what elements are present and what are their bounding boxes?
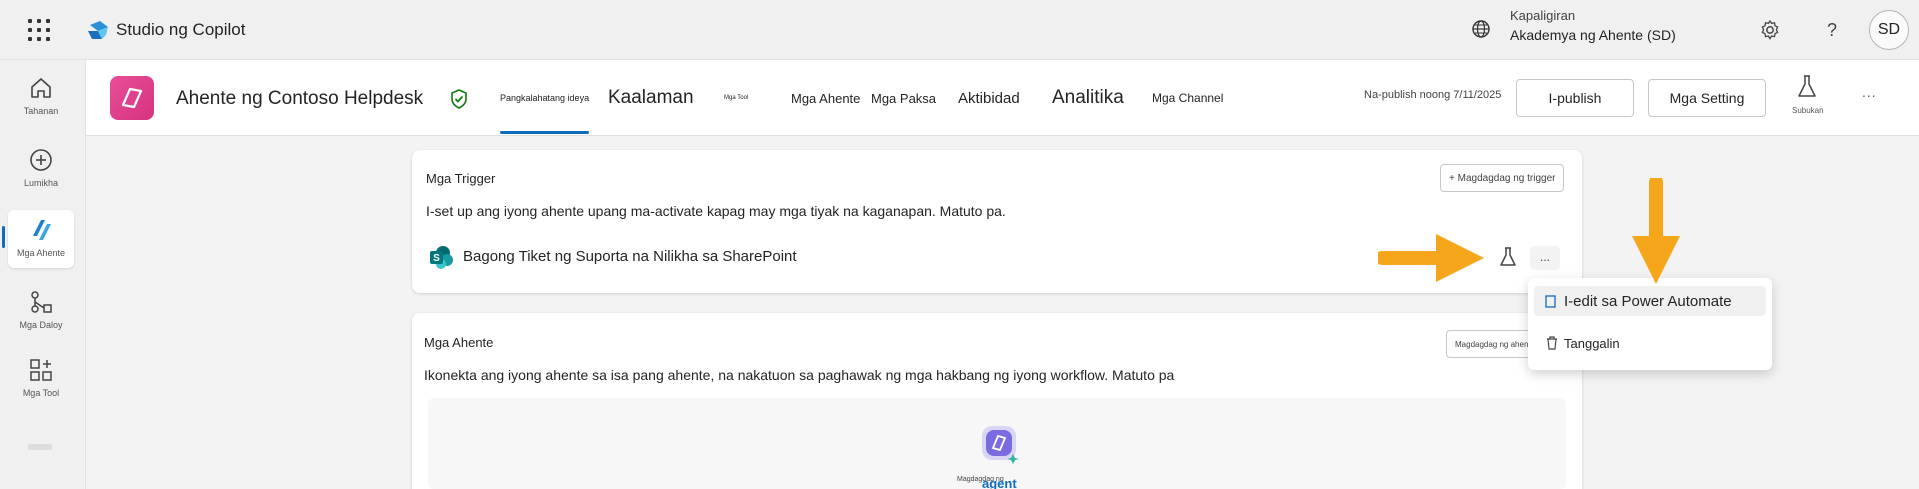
settings-button[interactable]: Mga Setting	[1648, 79, 1766, 117]
rail-item-create[interactable]: Lumikha	[8, 140, 74, 198]
edit-icon	[1545, 295, 1556, 308]
rail-item-flows[interactable]: Mga Daloy	[8, 282, 74, 340]
left-nav-rail: Tahanan Lumikha Mga Ahente Mga Daloy Mga…	[0, 60, 86, 489]
tab-tools[interactable]: Mga Tool	[724, 60, 748, 136]
rail-label-home: Tahanan	[23, 106, 59, 116]
apps-icon	[30, 359, 52, 381]
top-bar: Studio ng Copilot Kapaligiran Akademya n…	[0, 0, 1919, 60]
tab-agents[interactable]: Mga Ahente	[791, 60, 860, 136]
test-flask-icon[interactable]	[1796, 74, 1818, 100]
tab-channels-label: Mga Channel	[1152, 91, 1224, 105]
app-launcher-icon[interactable]	[28, 19, 50, 41]
copilot-studio-logo-icon	[88, 21, 108, 39]
test-trigger-flask-icon[interactable]	[1498, 246, 1518, 268]
trigger-more-options-button[interactable]: ...	[1530, 246, 1560, 270]
shield-check-icon[interactable]	[448, 88, 470, 110]
menu-item-delete[interactable]: Tanggalin	[1534, 328, 1766, 358]
agent-name[interactable]: Ahente ng Contoso Helpdesk	[176, 88, 423, 110]
tab-overview-label: Pangkalahatang ideya	[500, 93, 590, 103]
annotation-arrow-right-icon	[1378, 234, 1484, 282]
test-label: Subukan	[1792, 106, 1824, 115]
sharepoint-icon: S	[430, 246, 453, 269]
rail-active-indicator	[2, 226, 5, 248]
agent-placeholder-icon	[982, 426, 1019, 464]
menu-item-edit-label: I-edit sa Power Automate	[1564, 292, 1732, 310]
agent-placeholder-word[interactable]: agent	[982, 476, 1017, 489]
agent-logo	[110, 76, 154, 120]
rail-more-icon[interactable]	[28, 444, 52, 450]
tab-activity-label: Aktibidad	[958, 89, 1020, 107]
menu-item-delete-label: Tanggalin	[1564, 335, 1620, 351]
rail-label-create: Lumikha	[23, 178, 59, 188]
rail-label-flows: Mga Daloy	[19, 320, 63, 330]
tab-agents-label: Mga Ahente	[791, 90, 861, 106]
agents-icon	[33, 220, 51, 240]
rail-label-tools: Mga Tool	[22, 388, 60, 398]
tab-channels[interactable]: Mga Channel	[1152, 60, 1223, 136]
tab-topics-label: Mga Paksa	[871, 90, 937, 106]
triggers-description: I-set up ang iyong ahente upang ma-activ…	[426, 203, 1006, 219]
annotation-arrow-down-icon	[1632, 178, 1680, 284]
settings-gear-icon[interactable]	[1758, 18, 1782, 42]
help-icon[interactable]: ?	[1820, 18, 1844, 42]
tab-knowledge[interactable]: Kaalaman	[608, 60, 694, 136]
globe-environment-icon[interactable]	[1470, 18, 1492, 40]
trigger-item-name[interactable]: Bagong Tiket ng Suporta na Nilikha sa Sh…	[463, 248, 797, 265]
tab-topics[interactable]: Mga Paksa	[871, 60, 936, 136]
svg-text:S: S	[433, 253, 440, 264]
rail-label-agents: Mga Ahente	[16, 248, 66, 258]
home-icon	[31, 78, 51, 98]
tab-overview[interactable]: Pangkalahatang ideya	[500, 60, 590, 136]
triggers-title: Mga Trigger	[426, 171, 496, 186]
agents-section-title: Mga Ahente	[424, 335, 494, 350]
delete-icon	[1547, 336, 1557, 350]
more-options-icon[interactable]: ...	[1862, 84, 1877, 100]
plus-circle-icon	[30, 149, 52, 171]
publish-status: Na-publish noong 7/11/2025	[1364, 89, 1502, 101]
environment-label: Kapaligiran	[1510, 8, 1576, 23]
rail-item-tools[interactable]: Mga Tool	[8, 350, 74, 408]
flow-icon	[31, 291, 52, 313]
rail-item-agents[interactable]: Mga Ahente	[8, 210, 74, 268]
trigger-context-menu: I-edit sa Power Automate Tanggalin	[1528, 278, 1772, 370]
agents-section-description: Ikonekta ang iyong ahente sa isa pang ah…	[424, 367, 1175, 383]
tab-analytics[interactable]: Analitika	[1052, 60, 1124, 136]
agent-logo-icon	[121, 87, 143, 109]
tab-activity[interactable]: Aktibidad	[958, 60, 1020, 136]
menu-item-edit-power-automate[interactable]: I-edit sa Power Automate	[1534, 286, 1766, 316]
environment-name[interactable]: Akademya ng Ahente (SD)	[1510, 27, 1676, 43]
tab-knowledge-label: Kaalaman	[608, 87, 694, 108]
app-title[interactable]: Studio ng Copilot	[116, 20, 245, 40]
tab-tools-label: Mga Tool	[724, 95, 749, 101]
tab-analytics-label: Analitika	[1052, 87, 1124, 108]
user-avatar[interactable]: SD	[1869, 10, 1909, 50]
rail-item-home[interactable]: Tahanan	[8, 68, 74, 126]
publish-button[interactable]: I-publish	[1516, 79, 1634, 117]
add-trigger-button[interactable]: + Magdagdag ng trigger	[1440, 164, 1565, 192]
agent-header: Ahente ng Contoso Helpdesk Pangkalahatan…	[86, 60, 1919, 136]
